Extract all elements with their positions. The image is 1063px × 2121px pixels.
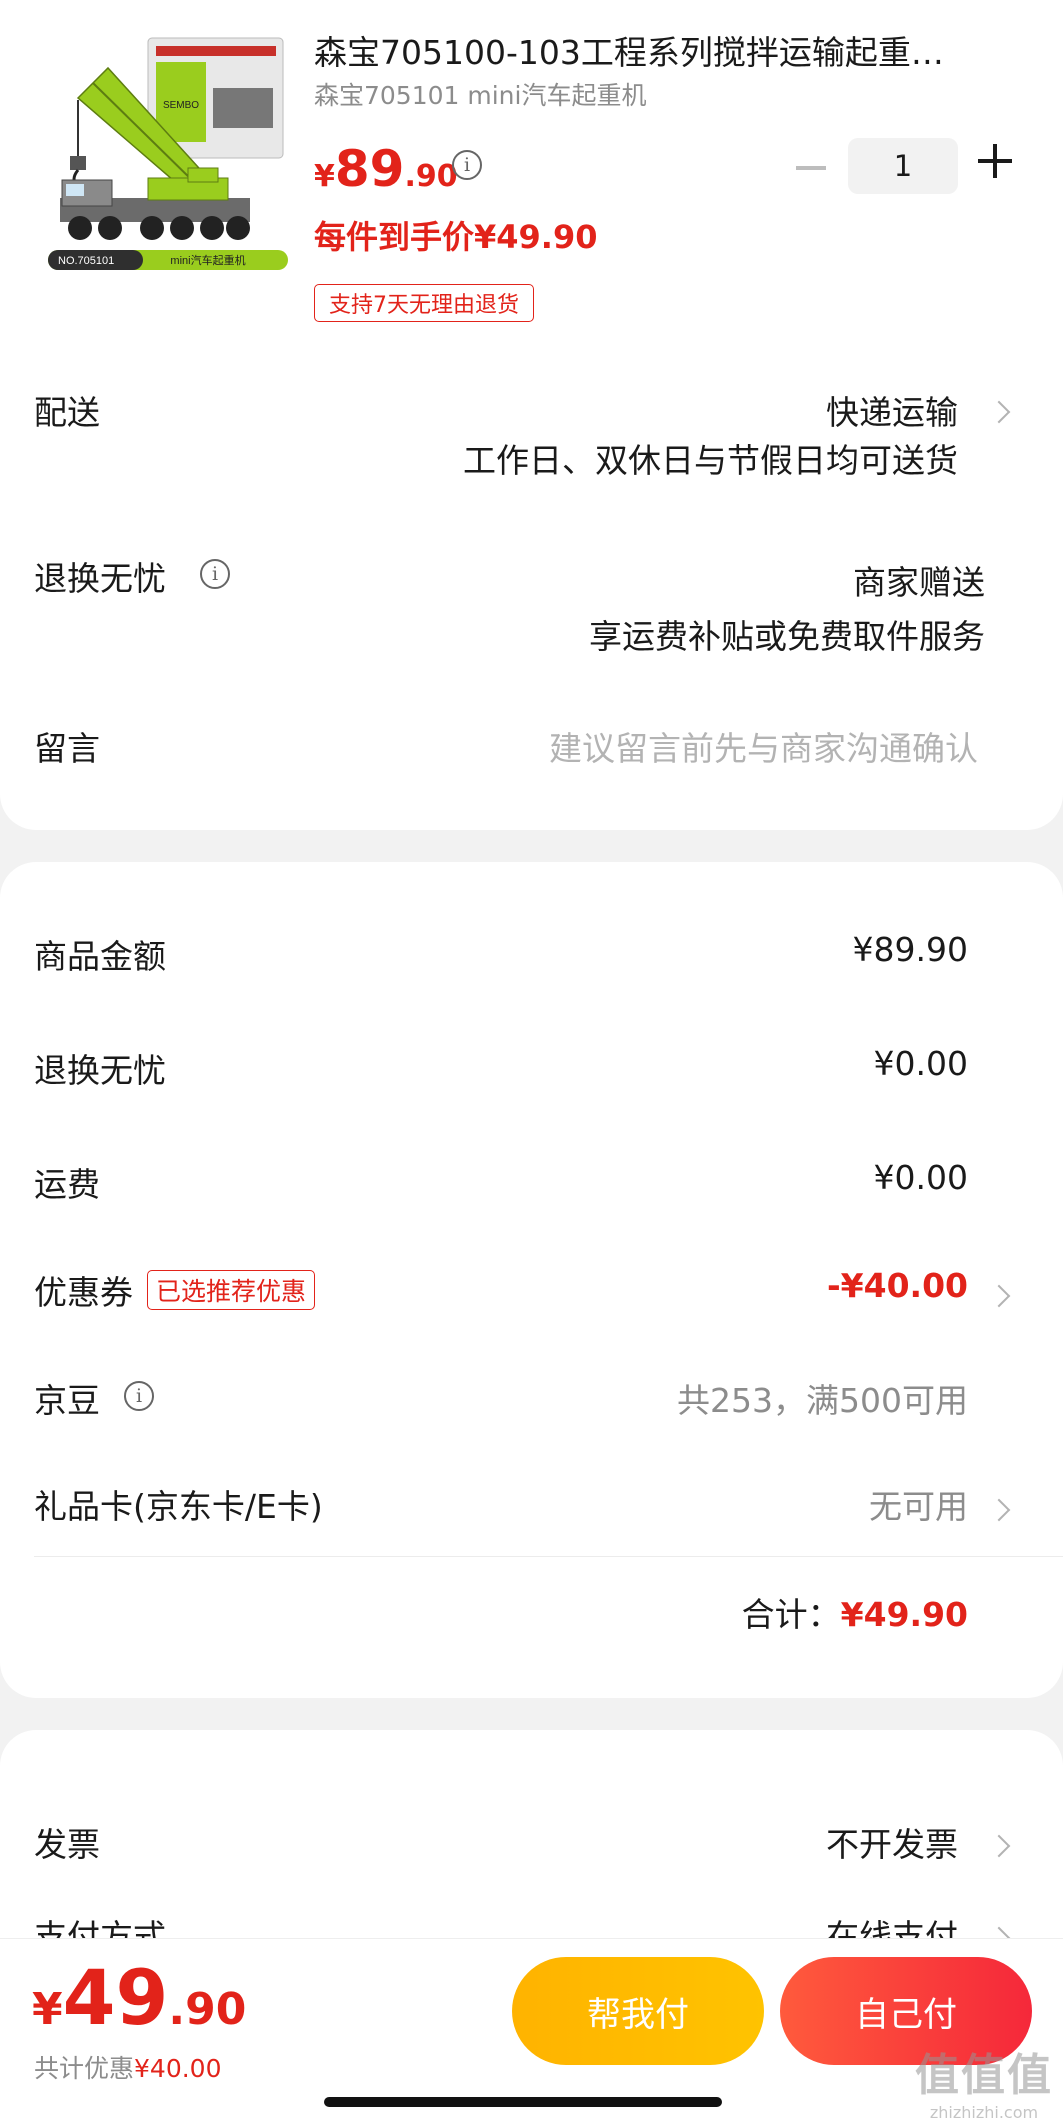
product-spec[interactable]: 森宝705101 mini汽车起重机 <box>314 76 646 112</box>
subtotal: 合计：¥49.90 <box>742 1588 968 1636</box>
quantity-input[interactable]: 1 <box>848 138 958 194</box>
price-decimal: .90 <box>404 159 458 194</box>
jingdou-label: 京豆 <box>34 1381 100 1420</box>
return-worry-info-icon[interactable]: i <box>200 559 230 589</box>
delivery-detail: 工作日、双休日与节假日均可送货 <box>463 441 958 480</box>
return-fee-value: ¥0.00 <box>873 1044 968 1083</box>
price-currency: ¥ <box>314 159 335 194</box>
goods-amount-value: ¥89.90 <box>852 930 968 969</box>
saving-value: ¥40.00 <box>134 2054 222 2083</box>
price-integer: 89 <box>334 140 405 198</box>
giftcard-chevron-icon[interactable] <box>987 1498 1011 1522</box>
invoice-value[interactable]: 不开发票 <box>826 1818 958 1866</box>
saving-prefix: 共计优惠 <box>34 2054 135 2083</box>
delivery-label: 配送 <box>34 393 100 432</box>
return-policy-badge: 支持7天无理由退货 <box>314 284 534 322</box>
invoice-label: 发票 <box>34 1825 100 1864</box>
invoice-chevron-icon[interactable] <box>987 1834 1011 1858</box>
delivery-method[interactable]: 快递运输 <box>826 386 958 434</box>
product-price: ¥89.90 <box>314 140 458 198</box>
total-integer: 49 <box>62 1953 169 2042</box>
jingdou-info-icon[interactable]: i <box>124 1381 154 1411</box>
jingdou-value: 共253，满500可用 <box>677 1381 968 1420</box>
goods-amount-label: 商品金额 <box>34 937 166 976</box>
checkout-bar: ¥49.90 共计优惠¥40.00 帮我付 自己付 值值值 zhizhizhi.… <box>0 1938 1063 2121</box>
total-saving: 共计优惠¥40.00 <box>34 2049 222 2085</box>
product-image[interactable]: SEMBO NO.705101 mini汽车起重机 <box>48 28 288 273</box>
total-currency: ¥ <box>32 1984 63 2035</box>
giftcard-label: 礼品卡(京东卡/E卡) <box>34 1487 323 1526</box>
price-summary-card: 商品金额 ¥89.90 退换无忧 ¥0.00 运费 ¥0.00 优惠券 已选推荐优… <box>0 862 1063 1698</box>
giftcard-value[interactable]: 无可用 <box>869 1480 968 1528</box>
subtotal-value: ¥49.90 <box>840 1595 968 1634</box>
message-input[interactable]: 建议留言前先与商家沟通确认 <box>549 722 978 770</box>
watermark-logo: 值值值 <box>915 2050 1053 2101</box>
coupon-value[interactable]: -¥40.00 <box>827 1266 968 1305</box>
box-brand: SEMBO <box>163 100 199 111</box>
total-decimal: .90 <box>168 1984 247 2035</box>
quantity-minus-button[interactable] <box>796 166 826 170</box>
return-fee-label: 退换无忧 <box>34 1051 166 1090</box>
coupon-row[interactable]: 优惠券 已选推荐优惠 <box>34 1266 316 1314</box>
delivery-chevron-icon[interactable] <box>987 400 1011 424</box>
shipping-fee-value: ¥0.00 <box>873 1158 968 1197</box>
crane-toy-icon: SEMBO NO.705101 mini汽车起重机 <box>48 37 288 270</box>
product-title[interactable]: 森宝705100-103工程系列搅拌运输起重… <box>314 26 1004 74</box>
box-model-label: NO.705101 <box>58 255 114 267</box>
watermark-url: zhizhizhi.com <box>929 2103 1039 2121</box>
coupon-label: 优惠券 <box>34 1273 133 1312</box>
help-me-pay-button[interactable]: 帮我付 <box>512 1957 764 2065</box>
home-indicator[interactable] <box>324 2097 722 2107</box>
coupon-chevron-icon[interactable] <box>987 1284 1011 1308</box>
return-worry-value: 商家赠送 <box>853 563 985 602</box>
quantity-plus-button[interactable] <box>978 144 1012 178</box>
watermark: 值值值 zhizhizhi.com <box>915 2039 1053 2121</box>
return-worry-detail: 享运费补贴或免费取件服务 <box>589 617 985 656</box>
coupon-tag: 已选推荐优惠 <box>147 1270 316 1310</box>
order-items-card: SEMBO NO.705101 mini汽车起重机 森宝705100-103工程… <box>0 0 1063 830</box>
return-worry-label: 退换无忧 <box>34 559 166 598</box>
message-label: 留言 <box>34 729 100 768</box>
price-info-icon[interactable]: i <box>452 150 482 180</box>
checkout-total: ¥49.90 <box>32 1953 246 2042</box>
final-unit-price: 每件到手价¥49.90 <box>314 218 598 256</box>
shipping-fee-label: 运费 <box>34 1165 100 1204</box>
subtotal-label: 合计： <box>741 1595 841 1634</box>
box-caption: mini汽车起重机 <box>170 253 245 267</box>
summary-divider <box>34 1556 1063 1557</box>
